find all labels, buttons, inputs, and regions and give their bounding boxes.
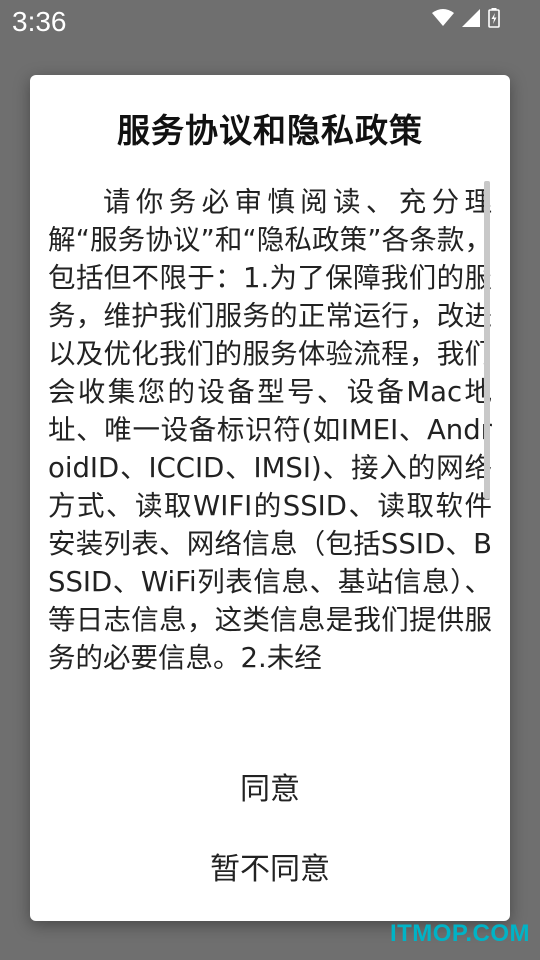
watermark: ITMOP.COM <box>389 920 530 947</box>
signal-icon <box>462 9 480 27</box>
privacy-dialog: 服务协议和隐私政策 请你务必审慎阅读、充分理解“服务协议”和“隐私政策”各条款，… <box>30 75 510 921</box>
dialog-title: 服务协议和隐私政策 <box>117 111 423 150</box>
dialog-body-scroll[interactable]: 请你务必审慎阅读、充分理解“服务协议”和“隐私政策”各条款，包括但不限于：1.为… <box>48 183 492 815</box>
status-time: 3:36 <box>12 6 67 37</box>
disagree-button[interactable]: 暂不同意 <box>30 835 510 905</box>
dialog-body-text: 请你务必审慎阅读、充分理解“服务协议”和“隐私政策”各条款，包括但不限于：1.为… <box>48 186 492 674</box>
status-icons <box>432 8 500 28</box>
agree-button[interactable]: 同意 <box>30 755 510 825</box>
battery-icon <box>488 8 500 28</box>
status-bar: 3:36 <box>0 0 540 48</box>
scrollbar[interactable] <box>484 181 490 499</box>
wifi-icon <box>432 9 454 27</box>
